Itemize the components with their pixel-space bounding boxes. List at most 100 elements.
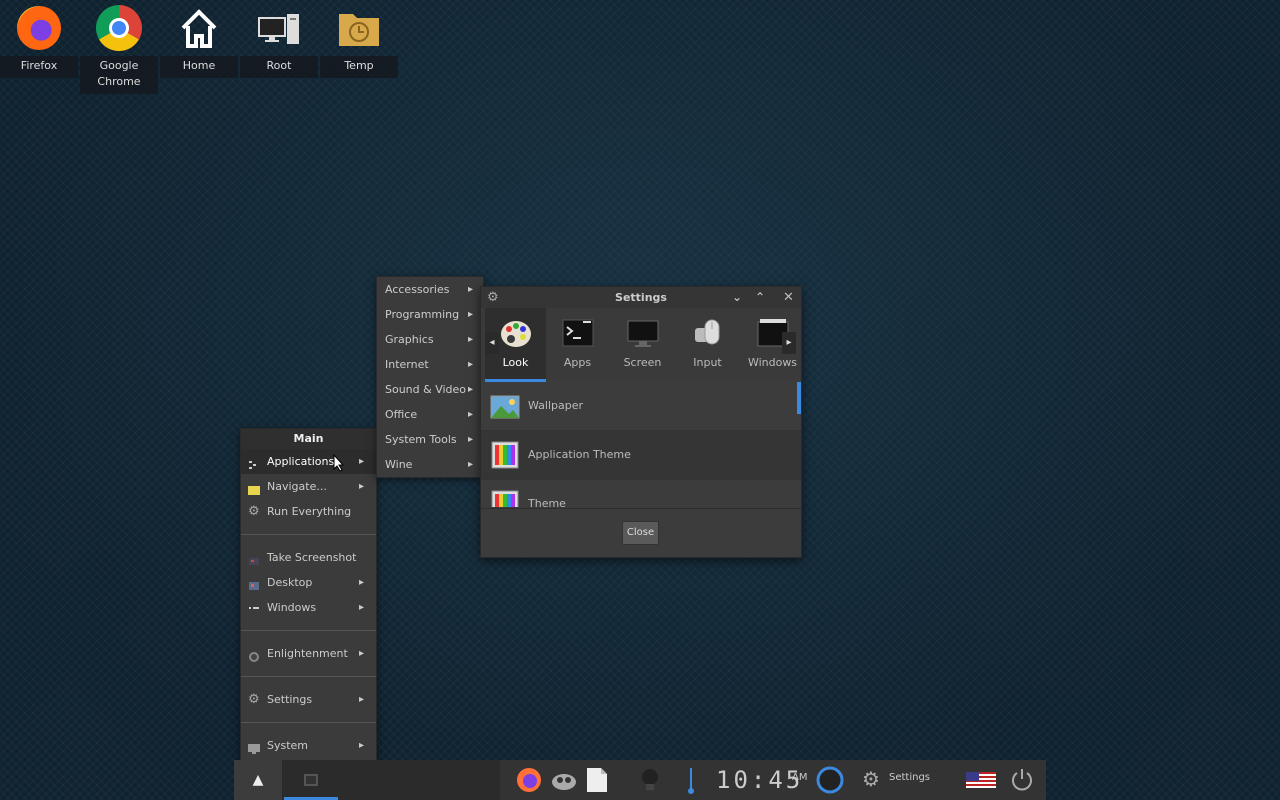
submenu-item[interactable]: Accessories ▸ — [377, 277, 483, 302]
menu-toggle-button[interactable]: ▲ — [234, 760, 282, 800]
lightbulb-icon[interactable] — [640, 768, 660, 792]
monitor-icon — [626, 318, 660, 350]
scroll-indicator[interactable] — [797, 382, 801, 414]
menu-item-label: Applications — [267, 455, 335, 468]
menu-item-run-everything[interactable]: ⚙ Run Everything — [241, 499, 376, 524]
submenu-item[interactable]: Wine ▸ — [377, 452, 483, 477]
cat-icon[interactable] — [550, 768, 578, 792]
list-item-wallpaper[interactable]: Wallpaper — [481, 382, 801, 431]
scroll-right-button[interactable]: ▸ — [782, 332, 796, 354]
chevron-right-icon: ▸ — [358, 648, 364, 659]
firefox-icon[interactable] — [516, 767, 542, 793]
chevron-right-icon: ▸ — [358, 456, 364, 467]
folder-clock-icon — [335, 4, 383, 52]
menu-item-take-screenshot[interactable]: Take Screenshot — [241, 545, 376, 570]
close-window-button[interactable]: ✕ — [783, 287, 794, 308]
menu-item-label: Windows — [267, 601, 317, 614]
menu-separator — [241, 676, 376, 677]
taskbar-left: ▲ — [234, 760, 500, 800]
chevron-right-icon: ▸ — [358, 577, 364, 588]
tab-label: Apps — [563, 356, 592, 369]
firefox-icon — [15, 4, 63, 52]
folder-icon — [248, 480, 260, 495]
tab-apps[interactable]: Apps — [547, 308, 608, 380]
menu-item-windows[interactable]: Windows ▸ — [241, 595, 376, 620]
submenu-item[interactable]: Internet ▸ — [377, 352, 483, 377]
desktop-icon-temp[interactable]: Temp — [320, 0, 398, 78]
submenu-item-label: System Tools — [385, 433, 457, 446]
tab-label: Input — [693, 356, 722, 369]
screenshot-icon — [248, 551, 260, 565]
submenu-item[interactable]: Programming ▸ — [377, 302, 483, 327]
terminal-icon — [561, 318, 595, 350]
taskbar-settings-label[interactable]: Settings — [889, 772, 930, 783]
mouse-icon — [691, 318, 725, 350]
minimize-button[interactable]: ⌄ — [732, 287, 742, 308]
close-button[interactable]: Close — [622, 521, 659, 545]
chevron-right-icon: ▸ — [358, 481, 364, 492]
power-icon[interactable] — [1010, 767, 1034, 791]
status-ring-icon[interactable] — [816, 766, 844, 794]
menu-item-applications[interactable]: Applications ▸ — [241, 449, 376, 474]
desktop-icon-chrome[interactable]: Google Chrome — [80, 0, 158, 94]
us-flag-icon[interactable] — [966, 772, 996, 788]
chevron-right-icon: ▸ — [467, 284, 473, 295]
tab-input[interactable]: Input — [677, 308, 738, 380]
desktop-icon-firefox[interactable]: Firefox — [0, 0, 78, 78]
computer-icon — [255, 4, 303, 52]
scroll-left-button[interactable]: ◂ — [485, 332, 499, 354]
taskbar-right: 10:45 AM ⚙ Settings — [500, 760, 1046, 800]
taskbar-window-item[interactable] — [284, 760, 338, 800]
desktop-icon-label: Google Chrome — [80, 56, 158, 94]
desktop-icon-home[interactable]: Home — [160, 0, 238, 78]
menu-item-enlightenment[interactable]: Enlightenment ▸ — [241, 641, 376, 666]
menu-item-label: Desktop — [267, 576, 313, 589]
chevron-right-icon: ▸ — [467, 434, 473, 445]
applications-submenu: Accessories ▸ Programming ▸ Graphics ▸ Inte… — [376, 276, 484, 478]
gear-icon: ⚙ — [248, 504, 260, 519]
window-title: Settings — [615, 291, 667, 304]
menu-item-desktop[interactable]: Desktop ▸ — [241, 570, 376, 595]
clock-ampm: AM — [792, 772, 808, 783]
list-item-label: Theme — [528, 497, 566, 507]
desktop-icon-root[interactable]: Root — [240, 0, 318, 78]
main-menu: Main Applications ▸ Navigate... ▸ ⚙ Run … — [240, 428, 377, 762]
list-item-application-theme[interactable]: Application Theme — [481, 431, 801, 480]
submenu-item-label: Internet — [385, 358, 429, 371]
chrome-icon — [95, 4, 143, 52]
desktop-icon-label: Home — [160, 56, 238, 78]
submenu-item[interactable]: System Tools ▸ — [377, 427, 483, 452]
menu-item-settings[interactable]: ⚙ Settings ▸ — [241, 687, 376, 712]
main-menu-title: Main — [241, 429, 376, 449]
file-icon[interactable] — [586, 767, 608, 793]
monitor-icon — [248, 739, 260, 754]
window-thumbnail-icon — [304, 774, 318, 786]
submenu-item[interactable]: Sound & Video ▸ — [377, 377, 483, 402]
menu-item-system[interactable]: System ▸ — [241, 733, 376, 758]
enlightenment-icon — [248, 647, 260, 662]
menu-item-navigate[interactable]: Navigate... ▸ — [241, 474, 376, 499]
submenu-item-label: Sound & Video — [385, 383, 467, 396]
palette-icon — [499, 318, 533, 350]
menu-item-label: Take Screenshot — [267, 551, 357, 564]
window-titlebar[interactable]: ⚙ Settings ⌄ ⌃ ✕ — [481, 287, 801, 308]
gear-icon[interactable]: ⚙ — [862, 767, 880, 791]
home-icon — [175, 4, 223, 52]
menu-separator — [241, 534, 376, 535]
volume-slider-icon[interactable] — [688, 768, 694, 794]
chevron-right-icon: ▸ — [467, 359, 473, 370]
list-item-theme[interactable]: Theme — [481, 480, 801, 507]
submenu-item[interactable]: Office ▸ — [377, 402, 483, 427]
desktop-icon — [248, 576, 260, 590]
windows-icon — [248, 601, 260, 613]
settings-tabs: Look Apps Screen Input Windows ◂ ▸ — [481, 308, 801, 382]
settings-list: Wallpaper Application Theme Theme — [481, 382, 801, 507]
submenu-item-label: Wine — [385, 458, 413, 471]
menu-item-label: Navigate... — [267, 480, 327, 493]
submenu-item[interactable]: Graphics ▸ — [377, 327, 483, 352]
maximize-button[interactable]: ⌃ — [755, 287, 765, 308]
desktop-icon-label: Root — [240, 56, 318, 78]
list-item-label: Application Theme — [528, 448, 631, 461]
tab-screen[interactable]: Screen — [612, 308, 673, 380]
chevron-right-icon: ▸ — [467, 459, 473, 470]
